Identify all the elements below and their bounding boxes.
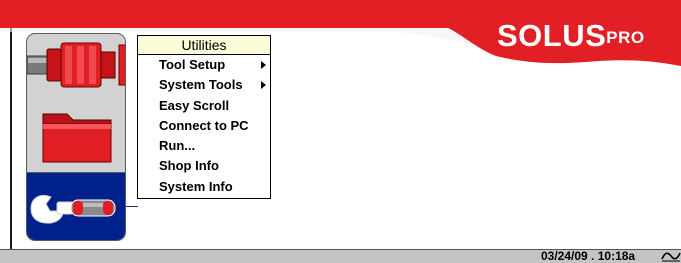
- menu-item-label: System Info: [159, 178, 233, 194]
- wrench-icon: [30, 195, 116, 224]
- vehicle-tile[interactable]: [27, 34, 125, 102]
- brand-logo: SOLUSPRO: [497, 18, 645, 54]
- status-bar: 03/24/09 . 10:18a: [0, 249, 681, 263]
- submenu-arrow-icon: [261, 81, 266, 90]
- menu-connector-line: [126, 206, 138, 207]
- menu-item-tool-setup[interactable]: Tool Setup: [138, 55, 270, 75]
- icon-panel: [26, 33, 126, 241]
- screen: SOLUSPRO Utilities Tool Setup System Too…: [0, 0, 681, 263]
- status-datetime: 03/24/09 . 10:18a: [541, 249, 636, 263]
- menu-item-label: Connect to PC: [159, 117, 249, 133]
- folder-icon: [42, 113, 112, 163]
- menu-item-connect-to-pc[interactable]: Connect to PC: [138, 116, 270, 136]
- brand-suffix: PRO: [606, 28, 645, 47]
- menu-item-label: Tool Setup: [159, 57, 226, 72]
- menu-item-system-info[interactable]: System Info: [138, 177, 270, 197]
- utilities-tile[interactable]: [27, 172, 125, 240]
- utilities-menu: Utilities Tool Setup System Tools Easy S…: [137, 35, 271, 199]
- menu-title: Utilities: [138, 36, 270, 55]
- menu-item-easy-scroll[interactable]: Easy Scroll: [138, 96, 270, 116]
- menu-item-system-tools[interactable]: System Tools: [138, 75, 270, 95]
- menu-item-label: Easy Scroll: [159, 97, 230, 113]
- folder-tile[interactable]: [27, 102, 125, 172]
- menu-item-run[interactable]: Run...: [138, 136, 270, 156]
- power-status-icon: [661, 252, 681, 262]
- submenu-arrow-icon: [261, 61, 266, 69]
- menu-item-shop-info[interactable]: Shop Info: [138, 156, 270, 176]
- menu-item-label: Shop Info: [159, 158, 219, 174]
- menu-item-label: Run...: [159, 138, 196, 154]
- brand-name: SOLUS: [497, 18, 607, 53]
- status-time: 10:18a: [597, 249, 636, 263]
- menu-item-label: System Tools: [159, 77, 243, 93]
- status-date: 03/24/09: [541, 249, 588, 263]
- vehicle-connector-icon: [27, 42, 125, 88]
